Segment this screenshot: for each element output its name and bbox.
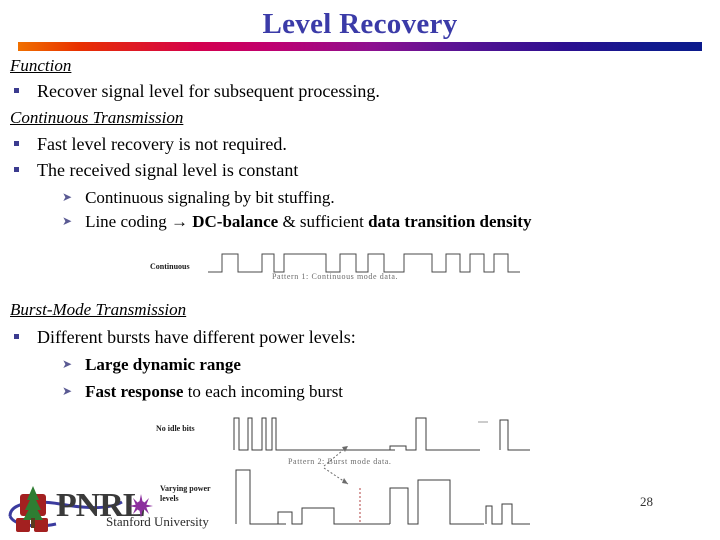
subbullet-large-dynamic-range: ➤ Large dynamic range bbox=[62, 355, 241, 374]
bullet-text: Different bursts have different power le… bbox=[37, 327, 356, 347]
arrow-bullet-icon: ➤ bbox=[62, 190, 73, 204]
slide-canvas: Level Recovery Function Recover signal l… bbox=[0, 0, 720, 540]
fast-response-plain: to each incoming burst bbox=[183, 382, 344, 401]
arrow-bullet-icon: ➤ bbox=[62, 357, 73, 371]
square-bullet-icon bbox=[14, 167, 19, 172]
burst-waveform-top bbox=[233, 417, 530, 451]
section-heading-burst-mode-transmission: Burst-Mode Transmission bbox=[10, 300, 187, 319]
bullet-text: Line coding → DC-balance & sufficient da… bbox=[85, 212, 531, 231]
burst-waveform-bottom bbox=[235, 469, 530, 525]
no-idle-bits-label: No idle bits bbox=[156, 424, 195, 433]
square-bullet-icon bbox=[14, 334, 19, 339]
bullet-text: Continuous signaling by bit stuffing. bbox=[85, 188, 335, 207]
section-heading-function: Function bbox=[10, 56, 72, 75]
line-coding-bold-dc-balance: DC-balance bbox=[187, 212, 279, 231]
bullet-text: Recover signal level for subsequent proc… bbox=[37, 81, 380, 101]
bullet-fast-level-recovery: Fast level recovery is not required. bbox=[14, 134, 287, 154]
bullet-text: Large dynamic range bbox=[85, 355, 241, 374]
logo-organization: Stanford University bbox=[106, 514, 209, 529]
bullet-received-signal-level: The received signal level is constant bbox=[14, 160, 298, 180]
page-title: Level Recovery bbox=[262, 8, 458, 40]
bullet-recover-signal: Recover signal level for subsequent proc… bbox=[14, 81, 380, 101]
title-gradient-rule bbox=[18, 42, 702, 51]
line-coding-bold-transition-density: data transition density bbox=[368, 212, 532, 231]
subbullet-line-coding: ➤ Line coding → DC-balance & sufficient … bbox=[62, 212, 531, 231]
square-bullet-icon bbox=[14, 141, 19, 146]
section-heading-continuous-transmission: Continuous Transmission bbox=[10, 108, 184, 127]
bullet-text: Fast level recovery is not required. bbox=[37, 134, 287, 154]
continuous-figure-label: Continuous bbox=[150, 262, 190, 271]
bullet-text: Fast response to each incoming burst bbox=[85, 382, 343, 401]
arrow-bullet-icon: ➤ bbox=[62, 214, 73, 228]
logo-seal-block-lower-left bbox=[16, 518, 30, 532]
bullet-different-bursts: Different bursts have different power le… bbox=[14, 327, 356, 347]
continuous-figure-caption: Pattern 1: Continuous mode data. bbox=[272, 272, 399, 281]
right-arrow-glyph: → bbox=[170, 212, 188, 231]
square-bullet-icon bbox=[14, 88, 19, 93]
subbullet-fast-response: ➤ Fast response to each incoming burst bbox=[62, 382, 343, 401]
arrow-bullet-icon: ➤ bbox=[62, 384, 73, 398]
line-coding-plain-1: Line coding bbox=[85, 212, 171, 231]
bullet-text: The received signal level is constant bbox=[37, 160, 299, 180]
logo-seal-block-lower-right bbox=[34, 518, 48, 532]
page-number: 28 bbox=[640, 494, 653, 509]
subbullet-continuous-signaling: ➤ Continuous signaling by bit stuffing. bbox=[62, 188, 335, 207]
line-coding-plain-2: & sufficient bbox=[278, 212, 369, 231]
fast-response-bold: Fast response bbox=[85, 382, 184, 401]
